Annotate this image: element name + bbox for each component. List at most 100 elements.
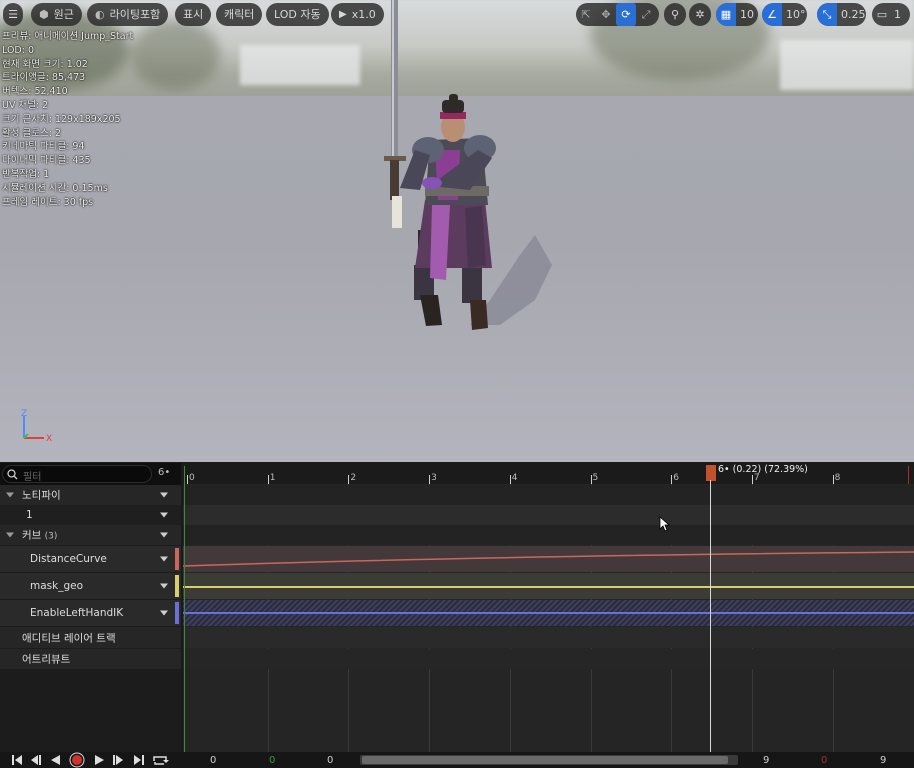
timeline-area[interactable]: 012345678 6• (0.22) (72.39%) <box>183 462 914 752</box>
collapse-arrow-icon[interactable] <box>6 532 14 538</box>
camera-speed-value[interactable]: 1 <box>892 8 901 21</box>
animation-timeline-panel: 필터 6• 노티파이 1 커브 (3) DistanceCurve mask_g… <box>0 462 914 768</box>
track-tree: 필터 6• 노티파이 1 커브 (3) DistanceCurve mask_g… <box>0 462 181 752</box>
timeline-scrollbar-thumb[interactable] <box>362 756 728 764</box>
preview-viewport[interactable]: ☰ ⬢ 원근 ◐ 라이팅포함 표시 캐릭터 LOD 자동 ▶ x1.0 ⇱ ✥ … <box>0 0 914 462</box>
show-label: 표시 <box>183 8 204 21</box>
grid-snap-group[interactable]: ▦ 10 <box>716 3 758 26</box>
curve-dropdown-icon[interactable] <box>160 583 168 589</box>
frame-count: 6• <box>158 467 171 478</box>
mask-geo-lane[interactable] <box>183 573 914 599</box>
collapse-arrow-icon[interactable] <box>6 492 14 498</box>
working-end-frame[interactable]: 0 <box>821 755 827 766</box>
scale-snap-value[interactable]: 0.25 <box>837 8 866 21</box>
curves-lane <box>183 525 914 545</box>
timeline-scrollbar[interactable] <box>360 755 738 765</box>
filter-search-input[interactable]: 필터 <box>2 465 152 483</box>
stat-line: 반복작업: 1 <box>2 168 50 180</box>
lighting-button[interactable]: ◐ 라이팅포함 <box>87 3 169 26</box>
scale-snap-group[interactable]: ⤡ 0.25 <box>817 3 866 26</box>
ruler-tick-label: 2 <box>350 473 357 483</box>
ruler-tick-label: 3 <box>431 473 437 483</box>
enablelefthandik-line <box>183 612 914 614</box>
viewport-menu-button[interactable]: ☰ <box>3 3 23 26</box>
lod-button[interactable]: LOD 자동 <box>266 3 329 26</box>
step-back-icon[interactable] <box>28 752 42 768</box>
character-preview <box>384 0 552 330</box>
cube-icon: ⬢ <box>39 8 49 21</box>
perspective-button[interactable]: ⬢ 원근 <box>31 3 82 26</box>
notifies-header[interactable]: 노티파이 <box>0 485 181 505</box>
playhead-line[interactable] <box>710 480 711 752</box>
ruler-tick <box>590 475 592 484</box>
curve-color-swatch <box>175 602 179 624</box>
lod-label: LOD 자동 <box>274 8 321 21</box>
attributes-row[interactable]: 어트리뷰트 <box>0 649 181 669</box>
stat-line: 버텍스: 52,410 <box>2 86 68 98</box>
curve-row-distancecurve[interactable]: DistanceCurve <box>0 546 181 572</box>
play-rate-button[interactable]: ▶ x1.0 <box>331 3 384 26</box>
skip-to-start-icon[interactable] <box>10 752 24 768</box>
playhead-label: 6• (0.22) (72.39%) <box>718 464 808 475</box>
move-tool-icon[interactable]: ✥ <box>596 3 616 26</box>
skip-to-end-icon[interactable] <box>132 752 146 768</box>
notify-track-label: 1 <box>26 509 33 521</box>
end-marker <box>908 466 909 484</box>
working-start-frame[interactable]: 0 <box>269 755 275 766</box>
coordinate-space-button[interactable]: ⚲ <box>664 3 686 26</box>
curves-header[interactable]: 커브 (3) <box>0 525 181 545</box>
playhead-handle[interactable] <box>706 465 716 481</box>
scale-snap-icon[interactable]: ⤡ <box>817 3 837 26</box>
show-button[interactable]: 표시 <box>175 3 212 26</box>
curves-label: 커브 (3) <box>22 529 58 542</box>
camera-icon[interactable]: ▭ <box>872 3 892 26</box>
notify-track-dropdown-icon[interactable] <box>160 512 168 518</box>
loop-icon[interactable] <box>151 752 171 768</box>
play-reverse-icon[interactable] <box>48 752 62 768</box>
notify-track-row[interactable]: 1 <box>0 505 181 525</box>
enablelefthandik-lane[interactable] <box>183 600 914 626</box>
curves-dropdown-icon[interactable] <box>160 532 168 538</box>
attributes-lane <box>183 649 914 669</box>
scale-tool-icon[interactable]: ⤢ <box>636 3 656 26</box>
angle-icon[interactable]: ∠ <box>762 3 782 26</box>
grid-snap-icon[interactable]: ▦ <box>716 3 736 26</box>
ruler-tick <box>509 475 511 484</box>
playback-end-frame[interactable]: 9 <box>763 755 769 766</box>
step-forward-icon[interactable] <box>112 752 126 768</box>
curve-row-enablelefthandik[interactable]: EnableLeftHandIK <box>0 600 181 626</box>
ruler-tick-label: 4 <box>511 473 518 483</box>
curve-row-mask-geo[interactable]: mask_geo <box>0 573 181 599</box>
select-tool-icon[interactable]: ⇱ <box>576 3 596 26</box>
camera-speed-group[interactable]: ▭ 1 <box>872 3 910 26</box>
view-end-frame[interactable]: 9 <box>880 755 886 766</box>
record-icon[interactable] <box>68 752 86 768</box>
mouse-cursor-icon <box>659 516 671 532</box>
play-icon[interactable] <box>92 752 106 768</box>
grid-snap-value[interactable]: 10 <box>736 8 754 21</box>
ruler-tick <box>832 475 834 484</box>
curve-dropdown-icon[interactable] <box>160 556 168 562</box>
stat-line: 시뮬레이션 시간: 0.15ms <box>2 182 108 194</box>
ruler-tick <box>187 475 188 484</box>
hamburger-icon: ☰ <box>8 8 18 21</box>
curve-name: EnableLeftHandIK <box>30 607 124 619</box>
view-start-frame[interactable]: 0 <box>210 755 216 766</box>
rotation-snap-group[interactable]: ∠ 10° <box>762 3 807 26</box>
character-button[interactable]: 캐릭터 <box>216 3 263 26</box>
rotation-snap-value[interactable]: 10° <box>782 8 806 21</box>
curve-dropdown-icon[interactable] <box>160 610 168 616</box>
transform-tools-group: ⇱ ✥ ⟳ ⤢ <box>576 3 659 26</box>
axis-gizmo: Z X <box>21 409 52 444</box>
notifies-dropdown-icon[interactable] <box>160 492 168 498</box>
rotate-tool-icon[interactable]: ⟳ <box>616 3 636 26</box>
ruler-tick <box>348 475 350 484</box>
lighting-icon: ◐ <box>95 8 105 21</box>
surface-snap-button[interactable]: ✲ <box>689 3 711 26</box>
stat-line: UV 채널: 2 <box>2 99 49 111</box>
notify-track-lane[interactable] <box>183 505 914 525</box>
ruler-tick <box>751 475 753 484</box>
additive-layer-track-row[interactable]: 애디티브 레이어 트랙 <box>0 627 181 648</box>
playback-start-frame[interactable]: 0 <box>327 755 333 766</box>
distancecurve-lane[interactable] <box>183 546 914 572</box>
